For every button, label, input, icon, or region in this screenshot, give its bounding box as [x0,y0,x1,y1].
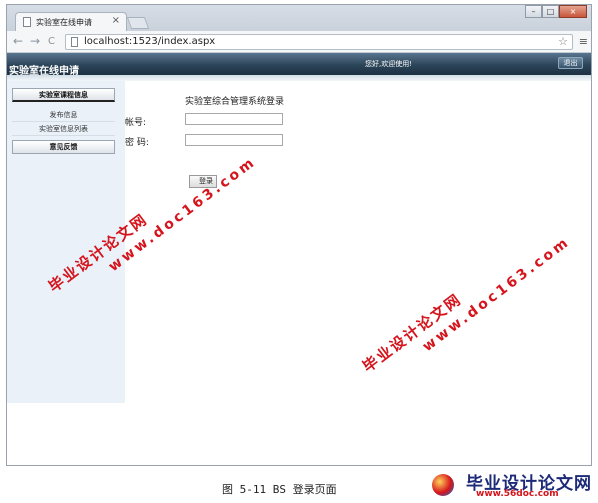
username-input[interactable] [185,113,283,125]
globe-icon [432,474,454,496]
username-label: 帐号: [125,118,147,128]
site-logo: 毕业设计论文网 www.56doc.com [432,468,594,502]
tab-title: 实验室在线申请 [36,18,92,27]
logo-url: www.56doc.com [476,489,559,499]
login-title: 实验室综合管理系统登录 [185,97,285,107]
window-controls: – □ × [525,5,587,19]
figure-caption: 图 5-11 BS 登录页面 [222,483,337,496]
window-close-button[interactable]: × [559,5,587,18]
menu-icon[interactable]: ≡ [579,35,588,48]
logout-button[interactable]: 退出 [558,57,583,69]
password-label: 密 码: [125,138,149,148]
browser-tab[interactable]: 实验室在线申请 × [15,12,127,31]
sidebar-item-lab-list[interactable]: 实验室信息列表 [12,122,115,136]
tab-strip: 实验室在线申请 × – □ × [7,5,591,31]
bookmark-star-icon[interactable]: ☆ [558,35,568,48]
forward-arrow-icon[interactable]: → [30,34,40,49]
page-icon [71,37,78,47]
navigation-bar: ← → C localhost:1523/index.aspx ☆ ≡ [7,31,591,53]
back-arrow-icon[interactable]: ← [13,34,23,49]
page-icon [23,17,31,27]
sidebar-group-lab-course[interactable]: 实验室课程信息 [12,88,115,102]
new-tab-button[interactable] [126,17,150,29]
sidebar-item-publish-info[interactable]: 发布信息 [12,108,115,122]
close-tab-icon[interactable]: × [112,15,120,26]
address-url[interactable]: localhost:1523/index.aspx [84,36,215,47]
minimize-button[interactable]: – [525,5,542,18]
greeting-text: 您好,欢迎使用! [365,60,413,68]
maximize-button[interactable]: □ [542,5,559,18]
sidebar-group-feedback[interactable]: 意见反馈 [12,140,115,154]
site-header: 实验室在线申请 您好,欢迎使用! 退出 [7,53,591,77]
address-bar[interactable]: localhost:1523/index.aspx ☆ [65,34,573,50]
reload-icon[interactable]: C [48,34,55,49]
browser-window: 实验室在线申请 × – □ × ← → C localhost:1523/ind… [6,4,592,466]
